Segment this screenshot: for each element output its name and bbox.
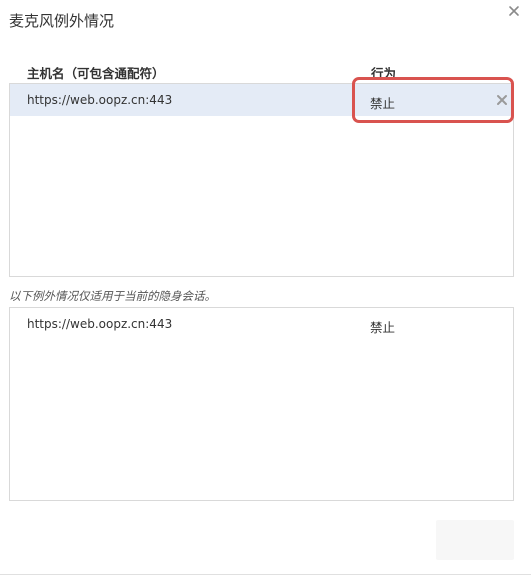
bottom-divider xyxy=(0,574,531,575)
incognito-exception-host: https://web.oopz.cn:443 xyxy=(27,317,173,331)
incognito-exceptions-list: https://web.oopz.cn:443 禁止 xyxy=(9,307,514,501)
footer-button-area xyxy=(436,520,514,560)
incognito-exception-row[interactable]: https://web.oopz.cn:443 禁止 xyxy=(10,308,513,340)
exception-row[interactable]: https://web.oopz.cn:443 禁止 xyxy=(10,84,513,116)
microphone-exceptions-dialog: 麦克风例外情况 主机名（可包含通配符） 行为 https://web.oopz.… xyxy=(0,0,531,576)
incognito-note: 以下例外情况仅适用于当前的隐身会话。 xyxy=(9,289,216,303)
host-column-header: 主机名（可包含通配符） xyxy=(27,66,165,81)
incognito-exception-behavior[interactable]: 禁止 xyxy=(370,317,395,336)
dialog-title: 麦克风例外情况 xyxy=(9,12,115,30)
behavior-column-header: 行为 xyxy=(371,66,397,81)
exceptions-list: https://web.oopz.cn:443 禁止 xyxy=(9,83,514,277)
exception-behavior-select[interactable]: 禁止 xyxy=(370,93,395,112)
remove-exception-icon[interactable] xyxy=(496,94,508,106)
exception-host: https://web.oopz.cn:443 xyxy=(27,93,173,107)
close-icon[interactable] xyxy=(506,3,522,19)
